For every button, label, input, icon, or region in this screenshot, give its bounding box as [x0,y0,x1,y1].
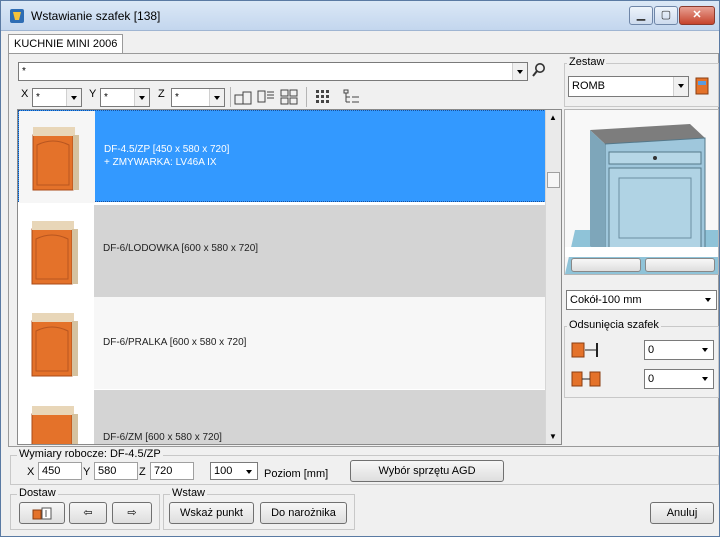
preview-button-left[interactable] [571,258,641,272]
category-combo[interactable]: * [18,62,528,81]
cabinet-thumbnail [18,390,94,444]
close-icon: ✕ [692,9,702,21]
chevron-down-icon[interactable] [701,291,716,309]
wskaz-punkt-button[interactable]: Wskaż punkt [169,502,254,524]
category-value: * [22,66,26,77]
filter-x-label: X [21,88,29,100]
filter-y-label: Y [89,88,97,100]
view-details-icon[interactable] [257,89,275,105]
poziom-combo[interactable]: 100 [210,462,258,480]
filter-z-value: * [175,92,179,103]
cabinet-thumbnail [18,205,94,297]
dim-z-label: Z [139,466,146,478]
chevron-down-icon[interactable] [134,89,149,106]
arrow-left-icon: ⇦ [83,507,93,519]
view-tree-icon[interactable] [343,89,361,105]
cabinet-list[interactable]: DF-4.5/ZP [450 x 580 x 720] + ZMYWARKA: … [17,109,562,445]
offset-side-combo[interactable]: 0 [644,340,714,360]
scroll-down-icon[interactable]: ▼ [549,432,557,441]
close-button[interactable]: ✕ [679,6,715,25]
agd-button[interactable]: Wybór sprzętu AGD [350,460,504,482]
dostaw-left-button[interactable]: ⇦ [69,502,107,524]
offset-between-icon [571,371,601,387]
dostaw-right-button[interactable]: ⇨ [112,502,152,524]
dostaw-label: Dostaw [17,487,58,499]
preview-panel [564,109,719,275]
offset-between-combo[interactable]: 0 [644,369,714,389]
view-tiles-icon[interactable] [280,89,298,105]
chevron-down-icon[interactable] [673,77,688,96]
list-item[interactable]: DF-6/ZM [600 x 580 x 720] [18,390,546,444]
chevron-down-icon[interactable] [698,370,713,388]
item-extra: + ZMYWARKA: LV46A IX [104,157,217,168]
app-icon [10,9,24,23]
dostaw-cabinet-button[interactable] [19,502,65,524]
zestaw-label: Zestaw [567,56,607,68]
filter-x-combo[interactable]: * [32,88,82,107]
offset-side-value: 0 [648,344,655,356]
view-small-icons-icon[interactable] [315,89,333,105]
dim-x-input[interactable]: 450 [38,462,82,480]
title-bar[interactable]: Wstawianie szafek [138] ▁ ▢ ✕ [1,1,719,31]
minimize-button[interactable]: ▁ [629,6,653,25]
item-name: DF-6/ZM [600 x 580 x 720] [103,432,222,443]
filter-y-combo[interactable]: * [100,88,150,107]
tab-kuchnie-mini[interactable]: KUCHNIE MINI 2006 [8,34,124,54]
offset-between-value: 0 [648,373,655,385]
wymiary-label: Wymiary robocze: DF-4.5/ZP [17,448,163,460]
offset-side-icon [571,342,598,358]
zestaw-value: ROMB [572,80,605,92]
preview-button-right[interactable] [645,258,715,272]
wstaw-label: Wstaw [170,487,207,499]
list-item[interactable]: DF-4.5/ZP [450 x 580 x 720] + ZMYWARKA: … [18,110,546,203]
chevron-down-icon[interactable] [66,89,81,106]
anuluj-button[interactable]: Anuluj [650,502,714,524]
scroll-up-icon[interactable]: ▲ [549,113,557,122]
cabinet-set-icon[interactable] [695,77,709,95]
poziom-label: Poziom [mm] [264,468,329,480]
view-large-icon[interactable] [234,89,252,105]
cokol-value: Cokół-100 mm [570,294,642,306]
dialog-window: Wstawianie szafek [138] ▁ ▢ ✕ KUCHNIE MI… [0,0,720,537]
cabinet-thumbnail [19,111,95,203]
list-item[interactable]: DF-6/PRALKA [600 x 580 x 720] [18,297,546,389]
window-title: Wstawianie szafek [138] [31,9,161,23]
zestaw-combo[interactable]: ROMB [568,76,689,97]
do-naroznika-button[interactable]: Do narożnika [260,502,347,524]
odsuniecia-label: Odsunięcia szafek [567,319,661,331]
maximize-button[interactable]: ▢ [654,6,678,25]
cabinet-thumbnail [18,297,94,389]
chevron-down-icon[interactable] [209,89,224,106]
cokol-combo[interactable]: Cokół-100 mm [566,290,717,310]
filter-z-label: Z [158,88,165,100]
dim-z-input[interactable]: 720 [150,462,194,480]
list-scrollbar[interactable]: ▲ ▼ [545,110,561,444]
chevron-down-icon[interactable] [512,63,527,80]
filter-z-combo[interactable]: * [171,88,225,107]
chevron-down-icon[interactable] [242,463,257,479]
minimize-icon: ▁ [636,9,646,21]
filter-y-value: * [104,92,108,103]
arrow-right-icon: ⇨ [127,507,137,519]
maximize-icon: ▢ [660,9,672,21]
poziom-value: 100 [214,465,233,477]
dim-x-label: X [27,466,35,478]
chevron-down-icon[interactable] [698,341,713,359]
dim-y-input[interactable]: 580 [94,462,138,480]
search-icon[interactable] [531,62,547,78]
scroll-thumb[interactable] [547,172,560,188]
cabinet-add-icon [32,507,52,520]
item-name: DF-6/LODOWKA [600 x 580 x 720] [103,243,259,254]
dim-y-label: Y [83,466,91,478]
item-name: DF-6/PRALKA [600 x 580 x 720] [103,337,247,348]
filter-x-value: * [36,92,40,103]
item-name: DF-4.5/ZP [450 x 580 x 720] [104,144,230,155]
list-item[interactable]: DF-6/LODOWKA [600 x 580 x 720] [18,205,546,297]
